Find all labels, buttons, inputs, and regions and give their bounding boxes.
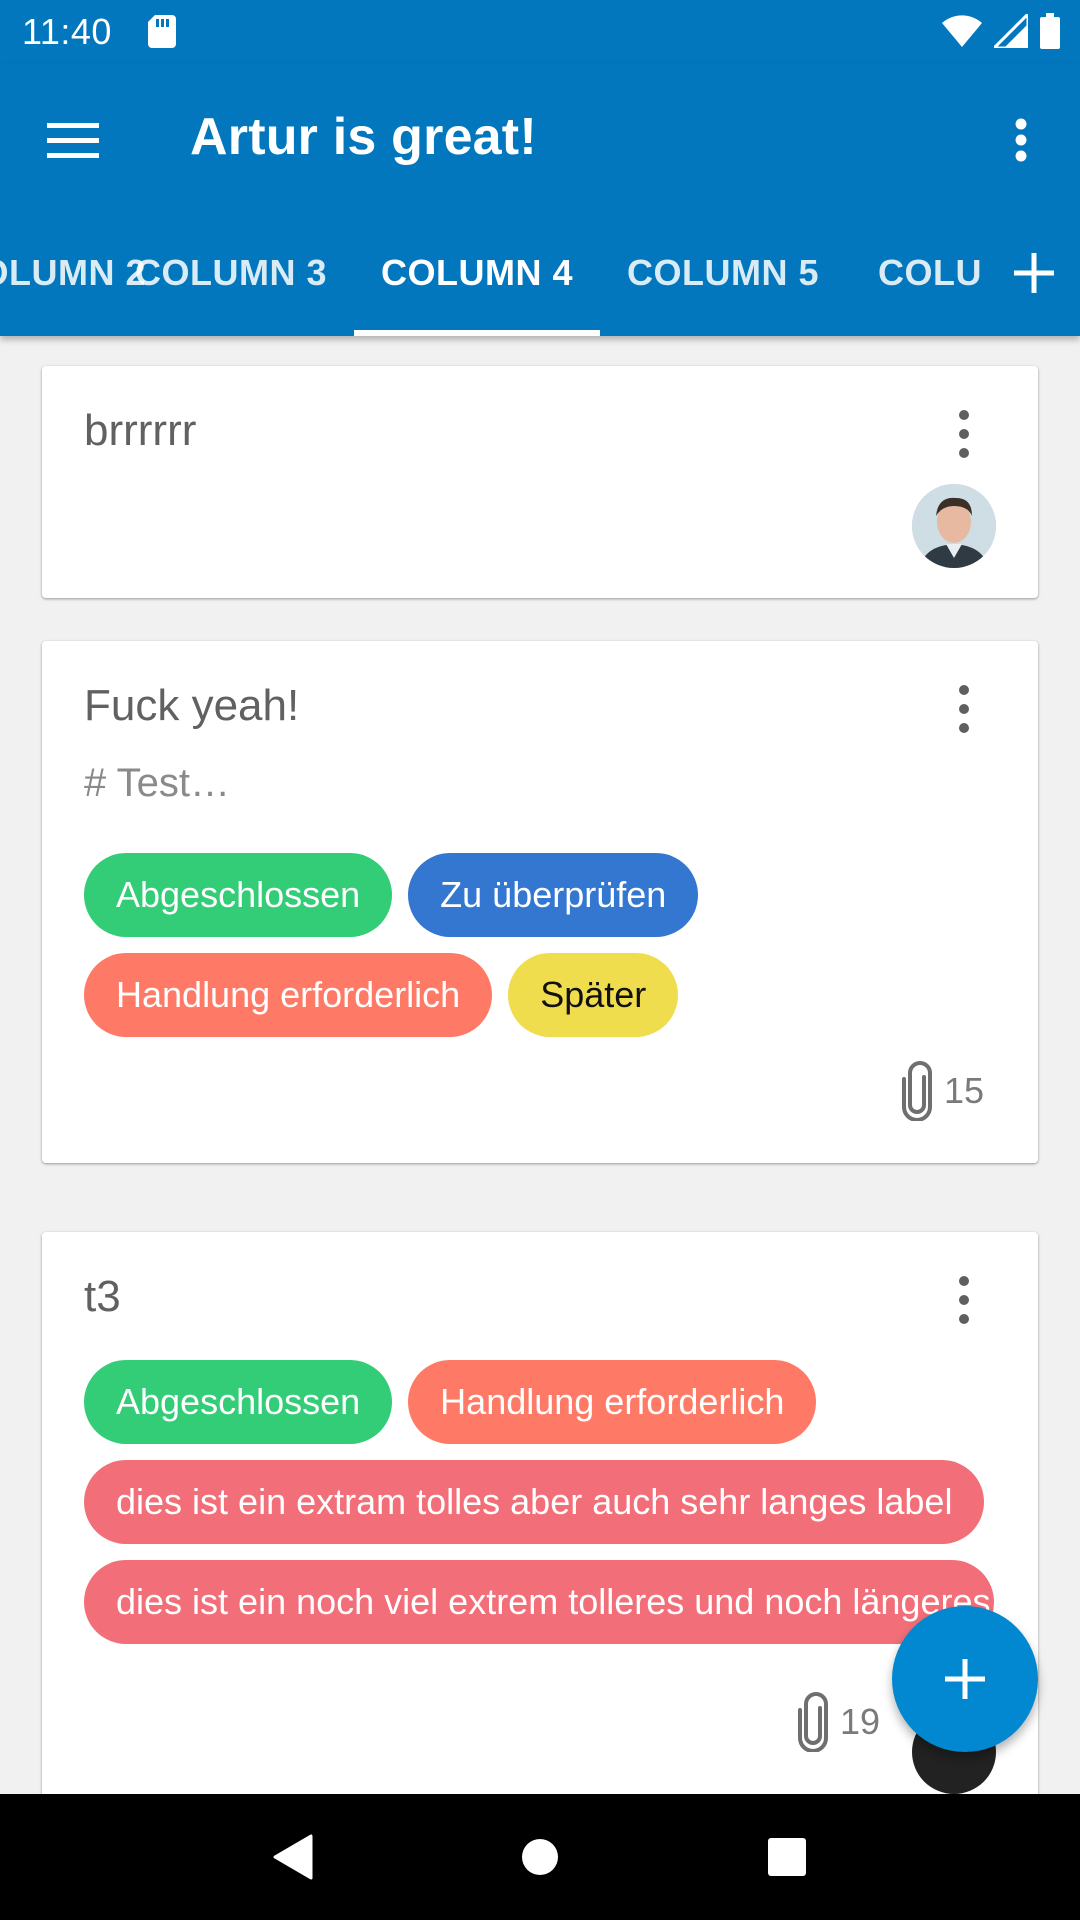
card-labels: Abgeschlossen Zu überprüfen Handlung erf… <box>84 853 994 1037</box>
hamburger-menu-icon[interactable] <box>40 108 106 174</box>
app-bar: Artur is great! COLUMN 2 COLUMN 3 COLUMN… <box>0 63 1080 336</box>
back-button[interactable] <box>263 1827 323 1887</box>
card-labels: Abgeschlossen Handlung erforderlich dies… <box>84 1360 994 1644</box>
back-triangle-icon <box>273 1834 313 1880</box>
card-description: # Test… <box>84 761 230 805</box>
card-title: t3 <box>84 1272 121 1321</box>
card-title: Fuck yeah! <box>84 681 300 730</box>
paperclip-icon <box>797 1692 828 1752</box>
tab-column-5[interactable]: COLUMN 5 <box>600 209 846 336</box>
attachment-count-value: 15 <box>943 1070 984 1111</box>
label-chip: Handlung erforderlich <box>408 1360 817 1444</box>
card-fuck-yeah[interactable]: Fuck yeah! # Test… Abgeschlossen Zu über… <box>42 641 1038 1163</box>
paperclip-icon <box>901 1061 932 1121</box>
card-overflow-menu-icon[interactable] <box>952 404 976 464</box>
label-chip: Abgeschlossen <box>84 853 393 937</box>
wifi-icon <box>942 15 982 47</box>
avatar <box>912 484 996 568</box>
sd-card-icon <box>148 15 176 48</box>
recents-square-icon <box>767 1838 806 1876</box>
card-title: brrrrrr <box>84 406 197 455</box>
status-time: 11:40 <box>22 11 112 52</box>
column-tabs: COLUMN 2 COLUMN 3 COLUMN 4 COLUMN 5 COLU… <box>0 209 980 336</box>
label-chip: Handlung erforderlich <box>84 953 493 1037</box>
tab-column-3[interactable]: COLUMN 3 <box>110 209 352 336</box>
tab-column-4[interactable]: COLUMN 4 <box>354 209 600 336</box>
overflow-menu-icon[interactable] <box>986 105 1056 175</box>
card-overflow-menu-icon[interactable] <box>952 1270 976 1330</box>
app-title: Artur is great! <box>190 108 537 166</box>
tab-column-2[interactable]: COLUMN 2 <box>0 209 146 336</box>
attachment-count-value: 19 <box>839 1701 880 1742</box>
label-chip: Abgeschlossen <box>84 1360 393 1444</box>
card-list: brrrrrr Fuck yeah! # Test… Abgeschlossen… <box>0 336 1080 1794</box>
battery-icon <box>1040 13 1060 49</box>
recents-button[interactable] <box>757 1827 817 1887</box>
label-chip: Später <box>508 953 679 1037</box>
home-circle-icon <box>521 1839 558 1875</box>
plus-icon <box>945 1659 985 1699</box>
card-t3[interactable]: t3 Abgeschlossen Handlung erforderlich d… <box>42 1232 1038 1794</box>
system-navigation-bar <box>0 1794 1080 1920</box>
cellular-signal-icon <box>994 14 1028 48</box>
label-chip: Zu überprüfen <box>408 853 699 937</box>
card-overflow-menu-icon[interactable] <box>952 679 976 739</box>
attachment-count: 15 <box>900 1061 984 1121</box>
label-chip: dies ist ein extram tolles aber auch seh… <box>84 1460 985 1544</box>
attachment-count: 19 <box>796 1692 880 1752</box>
tab-column-6[interactable]: COLUMN 6 <box>878 209 980 336</box>
label-chip: dies ist ein noch viel extrem tolleres u… <box>84 1560 994 1644</box>
add-card-button[interactable] <box>892 1606 1038 1752</box>
active-tab-indicator <box>354 330 600 336</box>
status-bar: 11:40 <box>0 0 1080 63</box>
card-brrrrrr[interactable]: brrrrrr <box>42 366 1038 598</box>
home-button[interactable] <box>510 1827 570 1887</box>
add-column-icon[interactable] <box>1006 245 1062 301</box>
